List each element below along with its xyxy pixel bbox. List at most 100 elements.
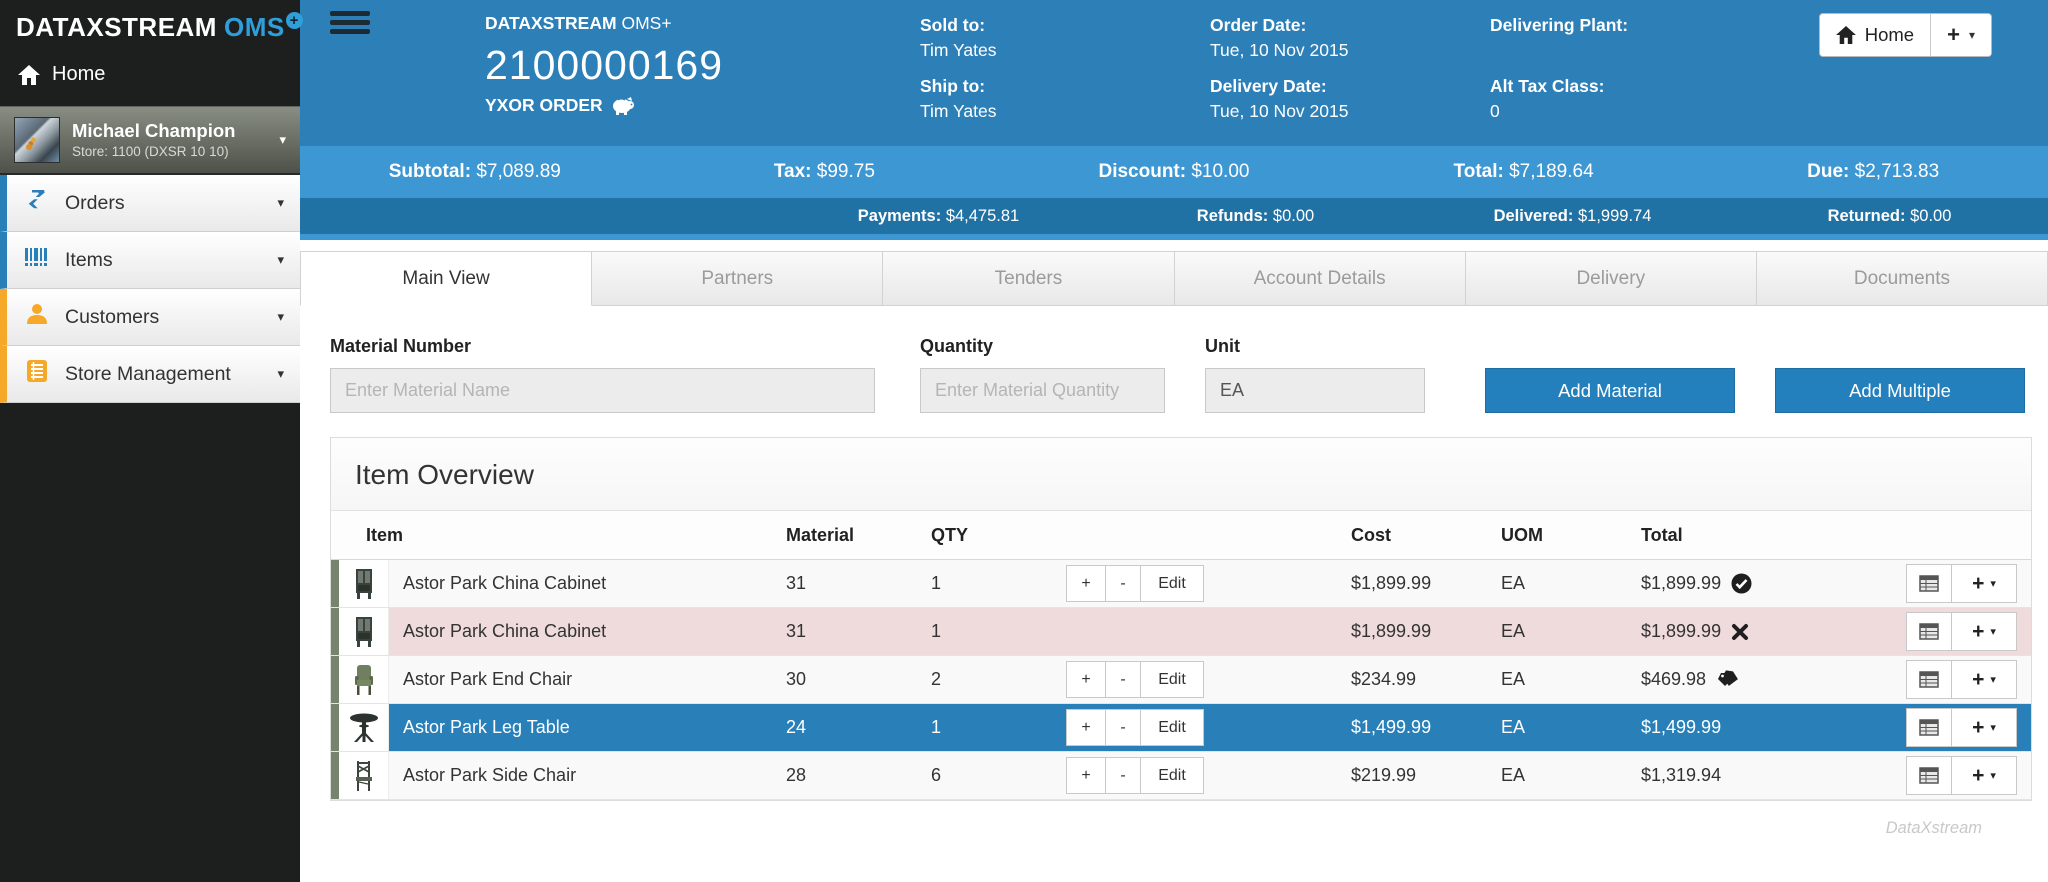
- line-detail-button[interactable]: [1906, 756, 1952, 795]
- header-col-dates: Order Date: Tue, 10 Nov 2015 Delivery Da…: [1210, 15, 1348, 137]
- item-qty: 1: [931, 621, 942, 641]
- field-label: Delivery Date:: [1210, 76, 1327, 96]
- page: DATAXSTREAM OMS + Home Michael Champion St…: [0, 0, 2048, 882]
- row-add-dropdown-button[interactable]: + ▾: [1951, 708, 2017, 747]
- tab-main-view[interactable]: Main View: [300, 251, 593, 306]
- total-label: Total:: [1453, 161, 1504, 182]
- total-value: $7,089.89: [476, 161, 561, 182]
- row-actions: + ▾: [1891, 660, 2031, 699]
- row-add-dropdown-button[interactable]: + ▾: [1951, 564, 2017, 603]
- tab-bar: Main View Partners Tenders Account Detai…: [300, 251, 2048, 306]
- row-add-dropdown-button[interactable]: + ▾: [1951, 612, 2017, 651]
- total-value: $10.00: [1191, 161, 1250, 182]
- item-total: $1,899.99: [1641, 621, 1722, 641]
- menu-icon[interactable]: [330, 11, 370, 38]
- qty-increment-button[interactable]: +: [1066, 757, 1106, 794]
- field-value: [1490, 40, 1628, 61]
- qty-increment-button[interactable]: +: [1066, 661, 1106, 698]
- payments-bar: Payments: $4,475.81 Refunds: $0.00 Deliv…: [300, 198, 2048, 234]
- qty-decrement-button[interactable]: -: [1105, 661, 1141, 698]
- payment-value: $4,475.81: [945, 206, 1020, 225]
- chevron-down-icon[interactable]: ▾: [279, 132, 286, 148]
- item-total: $1,319.94: [1641, 765, 1722, 785]
- item-cost: $1,499.99: [1351, 717, 1432, 737]
- home-icon: [18, 64, 40, 85]
- item-thumbnail: [339, 608, 389, 655]
- end-chair-icon: [354, 664, 373, 695]
- side-chair-icon: [355, 760, 372, 791]
- sidebar-item-store-management[interactable]: Store Management ▾: [0, 346, 300, 403]
- sidebar-home-link[interactable]: Home: [0, 47, 300, 106]
- qty-decrement-button[interactable]: -: [1105, 757, 1141, 794]
- chevron-down-icon: ▾: [277, 195, 284, 210]
- main-content: Material Number Quantity Unit Add Materi…: [300, 306, 2048, 838]
- table-row[interactable]: Astor Park China Cabinet 31 1 $1,899.99 …: [331, 608, 2031, 656]
- field-delivery-date: Delivery Date: Tue, 10 Nov 2015: [1210, 76, 1348, 122]
- row-add-dropdown-button[interactable]: + ▾: [1951, 660, 2017, 699]
- payment-value: $0.00: [1910, 206, 1952, 225]
- line-detail-button[interactable]: [1906, 708, 1952, 747]
- total-discount: Discount: $10.00: [999, 161, 1349, 183]
- quantity-input[interactable]: [920, 368, 1165, 413]
- line-detail-button[interactable]: [1906, 612, 1952, 651]
- edit-item-button[interactable]: Edit: [1140, 757, 1204, 794]
- add-dropdown-button[interactable]: + ▾: [1930, 14, 1991, 56]
- item-thumbnail: [339, 656, 389, 703]
- row-actions: + ▾: [1891, 612, 2031, 651]
- sidebar-item-customers[interactable]: Customers ▾: [0, 289, 300, 346]
- table-row[interactable]: Astor Park Leg Table 24 1 + - Edit $1,49…: [331, 704, 2031, 752]
- item-total-cell: $1,499.99: [1641, 717, 1891, 738]
- field-label: Ship to:: [920, 76, 986, 96]
- add-material-button[interactable]: Add Material: [1485, 368, 1735, 413]
- user-panel[interactable]: Michael Champion Store: 1100 (DXSR 10 10…: [0, 106, 300, 175]
- item-cost: $1,899.99: [1351, 573, 1432, 593]
- row-status-strip: [331, 752, 339, 799]
- home-button[interactable]: Home: [1819, 14, 1931, 56]
- table-row[interactable]: Astor Park End Chair 30 2 + - Edit $234.…: [331, 656, 2031, 704]
- table-row[interactable]: Astor Park China Cabinet 31 1 + - Edit $…: [331, 560, 2031, 608]
- item-material: 30: [786, 669, 807, 689]
- field-value: 0: [1490, 101, 1500, 121]
- row-status-strip: [331, 704, 339, 751]
- tab-account-details[interactable]: Account Details: [1174, 251, 1466, 306]
- tab-delivery[interactable]: Delivery: [1465, 251, 1757, 306]
- qty-increment-button[interactable]: +: [1066, 565, 1106, 602]
- sidebar-item-orders[interactable]: Orders ▾: [0, 175, 300, 232]
- line-detail-button[interactable]: [1906, 564, 1952, 603]
- material-number-input[interactable]: [330, 368, 875, 413]
- tab-partners[interactable]: Partners: [592, 251, 884, 306]
- qty-decrement-button[interactable]: -: [1105, 565, 1141, 602]
- qty-increment-button[interactable]: +: [1066, 709, 1106, 746]
- table-row[interactable]: Astor Park Side Chair 28 6 + - Edit $219…: [331, 752, 2031, 800]
- unit-input[interactable]: [1205, 368, 1425, 413]
- item-total-cell: $1,899.99: [1641, 573, 1891, 594]
- item-overview-title: Item Overview: [331, 438, 2031, 511]
- edit-item-button[interactable]: Edit: [1140, 565, 1204, 602]
- sidebar-item-items[interactable]: Items ▾: [0, 232, 300, 289]
- row-add-dropdown-button[interactable]: + ▾: [1951, 756, 2017, 795]
- item-total: $469.98: [1641, 669, 1707, 689]
- chevron-down-icon: ▾: [1990, 722, 1996, 734]
- add-multiple-button[interactable]: Add Multiple: [1775, 368, 2025, 413]
- user-avatar: [14, 117, 60, 163]
- total-value: $2,713.83: [1854, 161, 1940, 182]
- tab-documents[interactable]: Documents: [1756, 251, 2048, 306]
- qty-stepper: + - Edit: [1066, 661, 1351, 698]
- total-due: Due: $2,713.83: [1698, 161, 2048, 183]
- item-cost: $234.99: [1351, 669, 1417, 689]
- item-total: $1,899.99: [1641, 573, 1722, 593]
- quantity-group: Quantity: [920, 336, 1165, 413]
- edit-item-button[interactable]: Edit: [1140, 661, 1204, 698]
- plus-icon: +: [1972, 619, 1985, 643]
- totals-bar: Subtotal: $7,089.89 Tax: $99.75 Discount…: [300, 146, 2048, 198]
- refunds-amount: Refunds: $0.00: [1097, 207, 1414, 226]
- chevron-down-icon: ▾: [1990, 626, 1996, 638]
- item-total-cell: $1,319.94: [1641, 765, 1891, 786]
- tab-tenders[interactable]: Tenders: [883, 251, 1175, 306]
- qty-decrement-button[interactable]: -: [1105, 709, 1141, 746]
- line-detail-button[interactable]: [1906, 660, 1952, 699]
- sidebar-item-label: Customers: [65, 305, 160, 328]
- item-qty: 6: [931, 765, 942, 785]
- plus-icon: +: [1972, 571, 1985, 595]
- edit-item-button[interactable]: Edit: [1140, 709, 1204, 746]
